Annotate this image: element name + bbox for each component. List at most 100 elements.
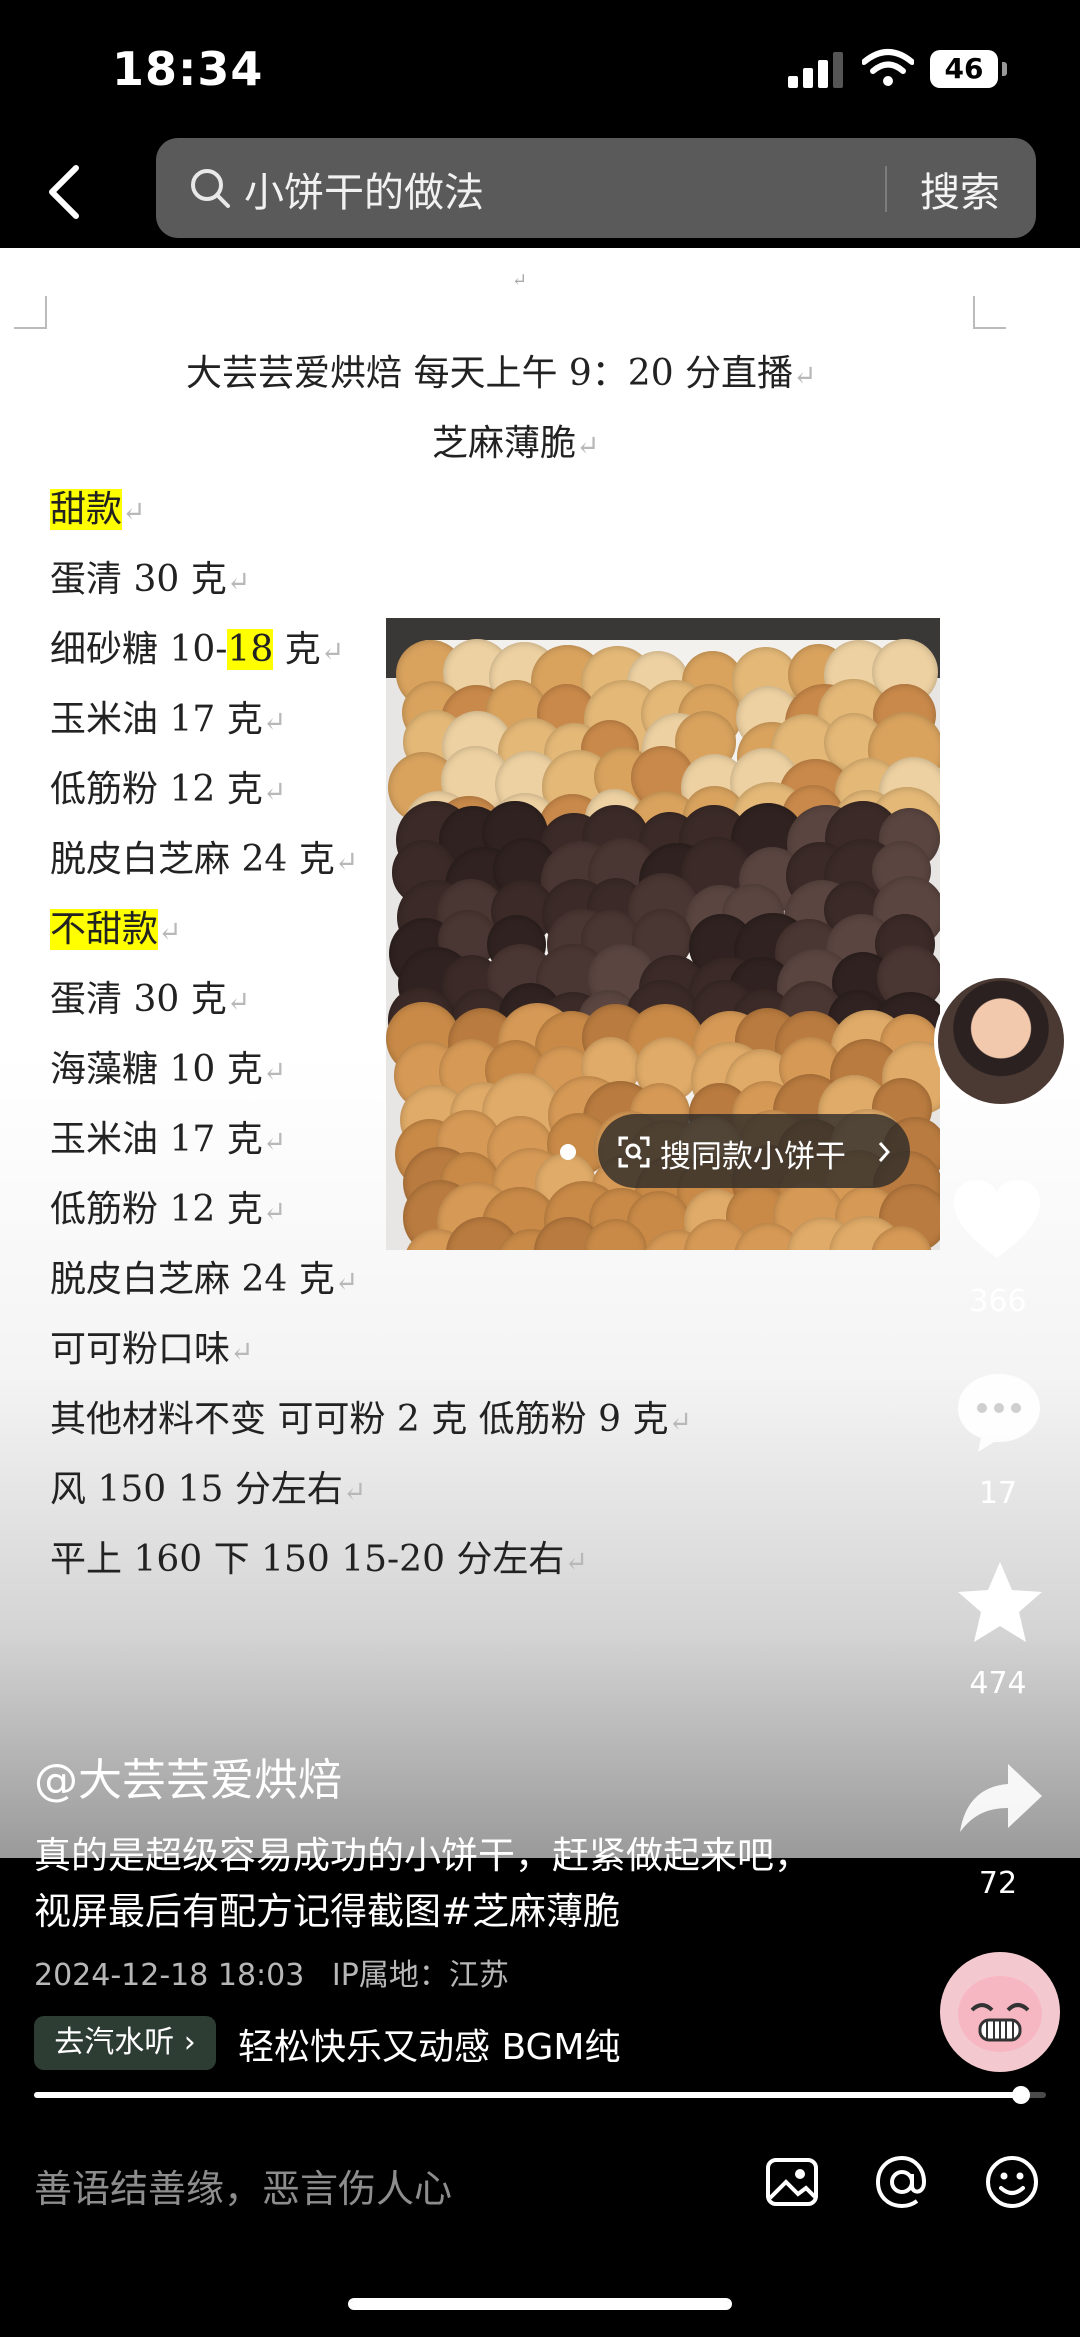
chevron-right-icon xyxy=(878,1142,891,1162)
post-datetime: 2024-12-18 18:03 xyxy=(34,1958,305,1993)
return-mark: ↵ xyxy=(262,775,287,808)
return-mark: ↵ xyxy=(226,565,251,598)
author-avatar[interactable] xyxy=(934,974,1068,1108)
recipe-line: 可可粉口味↵ xyxy=(50,1320,253,1372)
highlighted-text: 18 xyxy=(227,629,274,670)
status-bar: 18:34 46 xyxy=(0,0,1080,140)
music-disc[interactable] xyxy=(940,1952,1060,2072)
pig-face-icon xyxy=(958,1976,1042,2052)
line-text: 蛋清 30 克 xyxy=(50,559,227,600)
recipe-line: 低筋粉 12 克↵ xyxy=(50,1180,286,1232)
line-text: 低筋粉 12 克 xyxy=(50,769,263,810)
return-mark: ↵ xyxy=(512,270,528,291)
star-icon[interactable] xyxy=(956,1560,1044,1644)
emoji-icon[interactable] xyxy=(982,2152,1042,2212)
return-mark: ↵ xyxy=(320,635,345,668)
line-text: 脱皮白芝麻 24 克 xyxy=(50,839,335,880)
line-text: 克 xyxy=(273,629,321,670)
post-meta: 2024-12-18 18:03 IP属地：江苏 xyxy=(34,1950,509,1994)
recipe-line: 细砂糖 10-18 克↵ xyxy=(50,620,344,672)
return-mark: ↵ xyxy=(262,1195,287,1228)
line-text: 平上 160 下 150 15-20 分左右 xyxy=(50,1539,565,1580)
recipe-document[interactable]: ↵ 大芸芸爱烘焙 每天上午 9：20 分直播↵ 芝麻薄脆↵ 甜款↵ 蛋清 30 克… xyxy=(0,248,1080,1858)
line-text: 风 150 15 分左右 xyxy=(50,1469,343,1510)
post-description[interactable]: 真的是超级容易成功的小饼干，赶紧做起来吧，视屏最后有配方记得截图#芝麻薄脆 xyxy=(34,1828,834,1940)
music-app-button[interactable]: 去汽水听 › xyxy=(34,2016,216,2070)
comment-count: 17 xyxy=(978,1476,1018,1511)
line-text: 玉米油 17 克 xyxy=(50,699,263,740)
wifi-icon xyxy=(862,49,914,86)
line-text: 可可粉口味 xyxy=(50,1329,231,1370)
line-text: 玉米油 17 克 xyxy=(50,1119,263,1160)
recipe-line: 风 150 15 分左右↵ xyxy=(50,1460,366,1512)
line-text: 细砂糖 10- xyxy=(50,629,228,670)
line-text: 蛋清 30 克 xyxy=(50,979,227,1020)
return-mark: ↵ xyxy=(668,1405,692,1438)
recipe-line: 玉米油 17 克↵ xyxy=(50,1110,286,1162)
doc-subtitle: 芝麻薄脆↵ xyxy=(432,423,600,464)
return-mark: ↵ xyxy=(226,985,251,1018)
progress-fill xyxy=(34,2092,1021,2098)
recipe-line: 低筋粉 12 克↵ xyxy=(50,760,286,812)
line-text: 其他材料不变 可可粉 2 克 低筋粉 9 克 xyxy=(50,1399,669,1440)
status-time: 18:34 xyxy=(112,42,264,96)
return-mark: ↵ xyxy=(334,845,359,878)
recipe-line: 其他材料不变 可可粉 2 克 低筋粉 9 克↵ xyxy=(50,1390,692,1442)
at-icon[interactable] xyxy=(872,2152,932,2212)
page-corner-mark xyxy=(14,296,47,329)
music-title[interactable]: 轻松快乐又动感 BGM纯 xyxy=(238,2018,620,2070)
line-text: 低筋粉 12 克 xyxy=(50,1189,263,1230)
line-text: 海藻糖 10 克 xyxy=(50,1049,263,1090)
author-name[interactable]: @大芸芸爱烘焙 xyxy=(34,1744,342,1808)
post-ip-location: IP属地：江苏 xyxy=(331,1958,509,1993)
recipe-line: 不甜款↵ xyxy=(50,900,181,952)
return-mark: ↵ xyxy=(158,915,182,948)
back-arrow-icon[interactable] xyxy=(44,162,84,222)
search-divider xyxy=(885,166,887,212)
doc-title: 大芸芸爱烘焙 每天上午 9：20 分直播↵ xyxy=(186,353,817,394)
share-count: 72 xyxy=(978,1866,1018,1901)
comment-input[interactable]: 善语结善缘，恶言伤人心 xyxy=(34,2158,452,2213)
line-text: 脱皮白芝麻 24 克 xyxy=(50,1259,335,1300)
video-progress-bar[interactable] xyxy=(34,2086,1046,2104)
highlighted-text: 不甜款 xyxy=(50,909,159,950)
progress-knob[interactable] xyxy=(1011,2086,1030,2104)
recipe-line: 甜款↵ xyxy=(50,480,145,532)
home-indicator[interactable] xyxy=(348,2298,732,2310)
battery-indicator: 46 xyxy=(930,50,998,88)
image-icon[interactable] xyxy=(762,2152,822,2212)
favorite-count: 474 xyxy=(969,1666,1027,1701)
comment-icon[interactable] xyxy=(954,1370,1044,1454)
recipe-line: 海藻糖 10 克↵ xyxy=(50,1040,286,1092)
battery-nub xyxy=(1002,62,1007,76)
share-icon[interactable] xyxy=(958,1762,1044,1834)
search-input[interactable]: 小饼干的做法 xyxy=(244,160,484,218)
return-mark: ↵ xyxy=(262,1055,287,1088)
return-mark: ↵ xyxy=(342,1475,367,1508)
cellular-signal-icon xyxy=(788,52,843,88)
recipe-line: 蛋清 30 克↵ xyxy=(50,970,250,1022)
return-mark: ↵ xyxy=(122,495,146,528)
return-mark: ↵ xyxy=(230,1335,254,1368)
recipe-line: 平上 160 下 150 15-20 分左右↵ xyxy=(50,1530,588,1582)
search-icon xyxy=(191,169,230,208)
return-mark: ↵ xyxy=(334,1265,359,1298)
recipe-line: 脱皮白芝麻 24 克↵ xyxy=(50,1250,358,1302)
music-app-label: 去汽水听 xyxy=(54,2025,175,2060)
find-same-chip[interactable]: 搜同款小饼干 xyxy=(598,1114,910,1188)
search-button[interactable]: 搜索 xyxy=(920,160,1000,218)
like-count: 366 xyxy=(969,1284,1027,1319)
scan-icon xyxy=(618,1136,650,1168)
recipe-line: 脱皮白芝麻 24 克↵ xyxy=(50,830,358,882)
find-same-label: 搜同款小饼干 xyxy=(660,1139,846,1175)
page-corner-mark xyxy=(973,296,1006,329)
return-mark: ↵ xyxy=(262,705,287,738)
recipe-line: 蛋清 30 克↵ xyxy=(50,550,250,602)
highlighted-text: 甜款 xyxy=(50,489,123,530)
chevron-right-icon: › xyxy=(183,2025,196,2060)
product-tag-dot xyxy=(560,1144,576,1160)
heart-icon[interactable] xyxy=(952,1178,1042,1260)
return-mark: ↵ xyxy=(262,1125,287,1158)
return-mark: ↵ xyxy=(564,1545,588,1578)
recipe-line: 玉米油 17 克↵ xyxy=(50,690,286,742)
